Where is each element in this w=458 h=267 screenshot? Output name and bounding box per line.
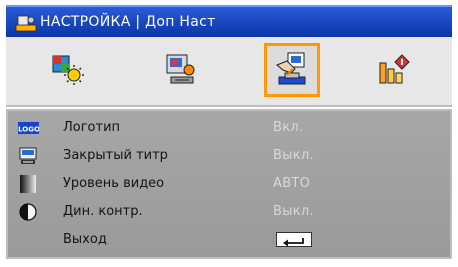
tab-display[interactable] <box>153 43 209 97</box>
menu-row-dynamic-contrast[interactable]: Дин. контр. Выкл. <box>8 198 450 226</box>
menu-item-value: АВТО <box>273 176 311 191</box>
menu-row-video-level[interactable]: Уровень видео АВТО <box>8 170 450 198</box>
menu-item-label: Логотип <box>63 120 121 135</box>
title-bar: НАСТРОЙКА | Доп Наст <box>6 5 452 37</box>
tab-options[interactable] <box>366 43 422 97</box>
settings-menu: LOGO Логотип Вкл. Закрытый титр Выкл. Ур… <box>6 109 452 259</box>
menu-item-value: Выкл. <box>273 204 314 219</box>
menu-row-closed-caption[interactable]: Закрытый титр Выкл. <box>8 142 450 170</box>
setup-hand-icon <box>276 52 306 85</box>
logo-badge-icon: LOGO <box>18 122 39 134</box>
video-level-icon <box>20 175 36 193</box>
enter-key-icon[interactable] <box>276 232 312 247</box>
tab-image[interactable] <box>40 43 96 97</box>
menu-row-logo[interactable]: LOGO Логотип Вкл. <box>8 114 450 142</box>
menu-row-exit[interactable]: Выход <box>8 226 450 254</box>
window-title: НАСТРОЙКА | Доп Наст <box>40 14 216 30</box>
projector-setup-icon <box>15 15 37 32</box>
contrast-circle-icon <box>19 203 37 221</box>
menu-item-label: Дин. контр. <box>63 204 143 219</box>
menu-item-value: Вкл. <box>273 120 304 135</box>
svg-text:LOGO: LOGO <box>18 126 39 134</box>
closed-caption-icon <box>19 147 37 164</box>
menu-item-label: Уровень видео <box>63 176 165 191</box>
options-info-icon <box>379 54 410 84</box>
osd-menu-window: НАСТРОЙКА | Доп Наст LOGO Логотип Вкл. З… <box>0 0 458 267</box>
tab-setup[interactable] <box>264 43 320 97</box>
display-settings-icon <box>166 54 195 84</box>
menu-item-label: Закрытый титр <box>63 148 168 163</box>
menu-item-label: Выход <box>63 232 107 247</box>
category-tab-bar <box>6 37 452 107</box>
image-settings-icon <box>52 55 84 85</box>
menu-item-value: Выкл. <box>273 148 314 163</box>
